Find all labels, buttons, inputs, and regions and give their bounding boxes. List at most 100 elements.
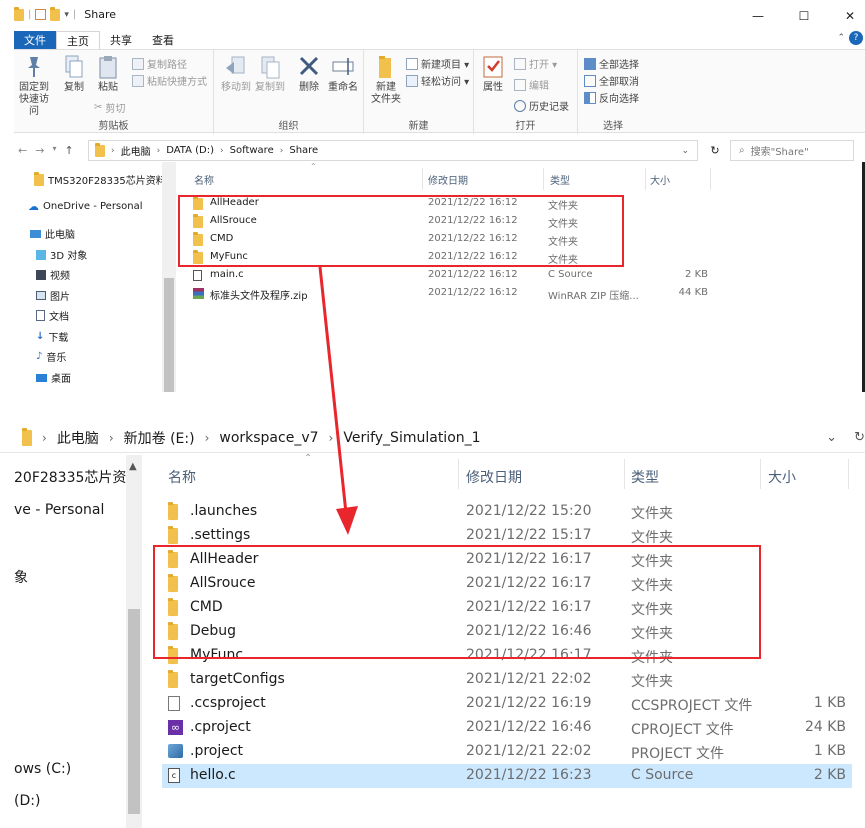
help-icon[interactable]: ? [849, 31, 863, 45]
column-header-type[interactable]: 类型 [631, 467, 659, 487]
column-divider[interactable] [760, 459, 761, 489]
file-row[interactable]: ∞ .cproject 2021/12/22 16:46 CPROJECT 文件 24 … [162, 716, 852, 740]
new-folder-quick-icon[interactable] [50, 6, 61, 21]
breadcrumb-new-volume-e[interactable]: 新加卷 (E:) [124, 428, 195, 448]
column-header-name[interactable]: 名称 [168, 467, 196, 487]
forward-arrow-icon[interactable]: → [35, 144, 44, 157]
copy-path-button[interactable]: 复制路径 [132, 56, 187, 71]
scroll-up-icon[interactable]: ▲ [129, 461, 137, 472]
back-arrow-icon[interactable]: ← [18, 144, 27, 157]
cut-button[interactable]: ✂ 剪切 [94, 100, 125, 115]
window-title: Share [84, 8, 117, 21]
column-header-type[interactable]: 类型 [550, 172, 570, 187]
pin-quick-access-button[interactable]: 固定到 快速访问 [16, 54, 52, 118]
nav-item-onedrive[interactable]: ve - Personal [14, 502, 104, 518]
properties-quick-icon[interactable] [35, 9, 47, 20]
nav-scrollbar-thumb[interactable] [128, 609, 140, 814]
copy-button[interactable]: 复制 [60, 54, 88, 94]
breadcrumb-software[interactable]: Software [230, 145, 274, 156]
address-bar[interactable]: › 此电脑 › 新加卷 (E:) › workspace_v7 › Verify… [0, 423, 865, 453]
column-divider[interactable] [422, 168, 423, 190]
easy-access-button[interactable]: 轻松访问 ▾ [406, 73, 469, 88]
invert-selection-button[interactable]: 反向选择 [584, 90, 639, 105]
new-folder-button[interactable]: 新建 文件夹 [368, 54, 404, 106]
nav-item-onedrive[interactable]: ☁ OneDrive - Personal [28, 200, 143, 213]
address-bar[interactable]: › 此电脑 › DATA (D:) › Software › Share ⌄ [88, 140, 698, 161]
folder-icon [168, 502, 178, 520]
address-dropdown-icon[interactable]: ⌄ [826, 430, 837, 445]
column-divider[interactable] [710, 168, 711, 190]
paste-button[interactable]: 粘贴 [94, 54, 122, 94]
select-all-button[interactable]: 全部选择 [584, 56, 639, 71]
tab-home[interactable]: 主页 [56, 30, 100, 50]
nav-item-music[interactable]: ♪ 音乐 [36, 349, 66, 364]
tab-share[interactable]: 共享 [100, 31, 142, 49]
history-button[interactable]: 历史记录 [514, 98, 569, 113]
file-type: 文件夹 [631, 506, 673, 522]
nav-item-drive-c[interactable]: ows (C:) [14, 761, 71, 777]
breadcrumb-data-d[interactable]: DATA (D:) [166, 145, 214, 156]
nav-item-desktop[interactable]: 桌面 [36, 370, 71, 385]
column-divider[interactable] [458, 459, 459, 489]
easy-access-icon [406, 74, 418, 87]
file-row[interactable]: .ccsproject 2021/12/22 16:19 CCSPROJECT 文件… [162, 692, 852, 716]
minimize-button[interactable]: — [735, 4, 781, 28]
column-divider[interactable] [624, 459, 625, 489]
tab-view[interactable]: 查看 [142, 31, 184, 49]
column-header-name[interactable]: 名称 [194, 172, 214, 187]
column-header-date[interactable]: 修改日期 [466, 467, 522, 487]
breadcrumb-this-pc[interactable]: 此电脑 [57, 428, 99, 448]
refresh-icon[interactable]: ↻ [854, 430, 865, 445]
open-button[interactable]: 打开 ▾ [514, 56, 557, 71]
move-to-button[interactable]: 移动到 [220, 54, 252, 94]
copy-to-button[interactable]: 复制到 [254, 54, 286, 94]
breadcrumb-this-pc[interactable]: 此电脑 [121, 143, 151, 158]
collapse-ribbon-icon[interactable]: ⌃ [837, 33, 845, 43]
rename-button[interactable]: 重命名 [326, 54, 360, 94]
close-button[interactable]: ✕ [827, 4, 865, 28]
edit-button[interactable]: 编辑 [514, 77, 549, 92]
nav-item-pictures[interactable]: 图片 [36, 288, 70, 303]
column-header-size[interactable]: 大小 [768, 467, 796, 487]
properties-button[interactable]: 属性 [480, 54, 506, 94]
file-row[interactable]: .launches 2021/12/22 15:20 文件夹 [162, 500, 852, 524]
column-divider[interactable] [645, 168, 646, 190]
nav-item-tms-folder[interactable]: 20F28335芯片资 [14, 467, 126, 487]
file-row[interactable]: targetConfigs 2021/12/21 22:02 文件夹 [162, 668, 852, 692]
file-row[interactable]: .project 2021/12/21 22:02 PROJECT 文件 1 KB [162, 740, 852, 764]
file-row-selected[interactable]: c hello.c 2021/12/22 16:23 C Source 2 KB [162, 764, 852, 788]
nav-item-3d-objects[interactable]: 象 [14, 567, 28, 587]
nav-scrollbar[interactable] [162, 162, 176, 392]
paste-shortcut-button[interactable]: 粘贴快捷方式 [132, 73, 207, 88]
new-item-button[interactable]: 新建项目 ▾ [406, 56, 469, 71]
nav-item-downloads[interactable]: ↓ 下载 [36, 329, 68, 344]
recent-dropdown-icon[interactable]: ▾ [52, 144, 56, 157]
up-arrow-icon[interactable]: ↑ [64, 144, 73, 157]
column-divider[interactable] [543, 168, 544, 190]
nav-scrollbar[interactable]: ▲ [126, 455, 142, 828]
nav-item-this-pc[interactable]: 此电脑 [30, 226, 75, 241]
nav-item-3d-objects[interactable]: 3D 对象 [36, 247, 87, 262]
nav-item-documents[interactable]: 文档 [36, 308, 69, 323]
column-header-size[interactable]: 大小 [650, 172, 670, 187]
file-size: 44 KB [678, 287, 708, 298]
nav-item-videos[interactable]: 视频 [36, 267, 70, 282]
tab-file[interactable]: 文件 [14, 31, 56, 49]
address-dropdown-icon[interactable]: ⌄ [681, 146, 689, 156]
clipboard-group-label: 剪贴板 [98, 121, 129, 132]
column-header-date[interactable]: 修改日期 [428, 172, 468, 187]
file-row[interactable]: 标准头文件及程序.zip 2021/12/22 16:12 WinRAR ZIP 压… [190, 284, 750, 302]
refresh-icon[interactable]: ↻ [704, 140, 726, 161]
nav-item-tms-folder[interactable]: TMS320F28335芯片资料 [34, 171, 166, 187]
quick-access-dropdown-icon[interactable]: ▾ [64, 10, 69, 20]
select-none-button[interactable]: 全部取消 [584, 73, 639, 88]
column-divider[interactable] [848, 459, 849, 489]
delete-button[interactable]: 删除 [296, 54, 322, 94]
maximize-button[interactable]: ☐ [781, 4, 827, 28]
file-row[interactable]: main.c 2021/12/22 16:12 C Source 2 KB [190, 266, 750, 284]
breadcrumb-share[interactable]: Share [289, 145, 318, 156]
nav-scrollbar-thumb[interactable] [164, 278, 174, 392]
new-folder-icon [379, 56, 391, 78]
search-input[interactable]: ⌕ 搜索"Share" [730, 140, 854, 161]
nav-item-drive-d[interactable]: (D:) [14, 793, 40, 809]
